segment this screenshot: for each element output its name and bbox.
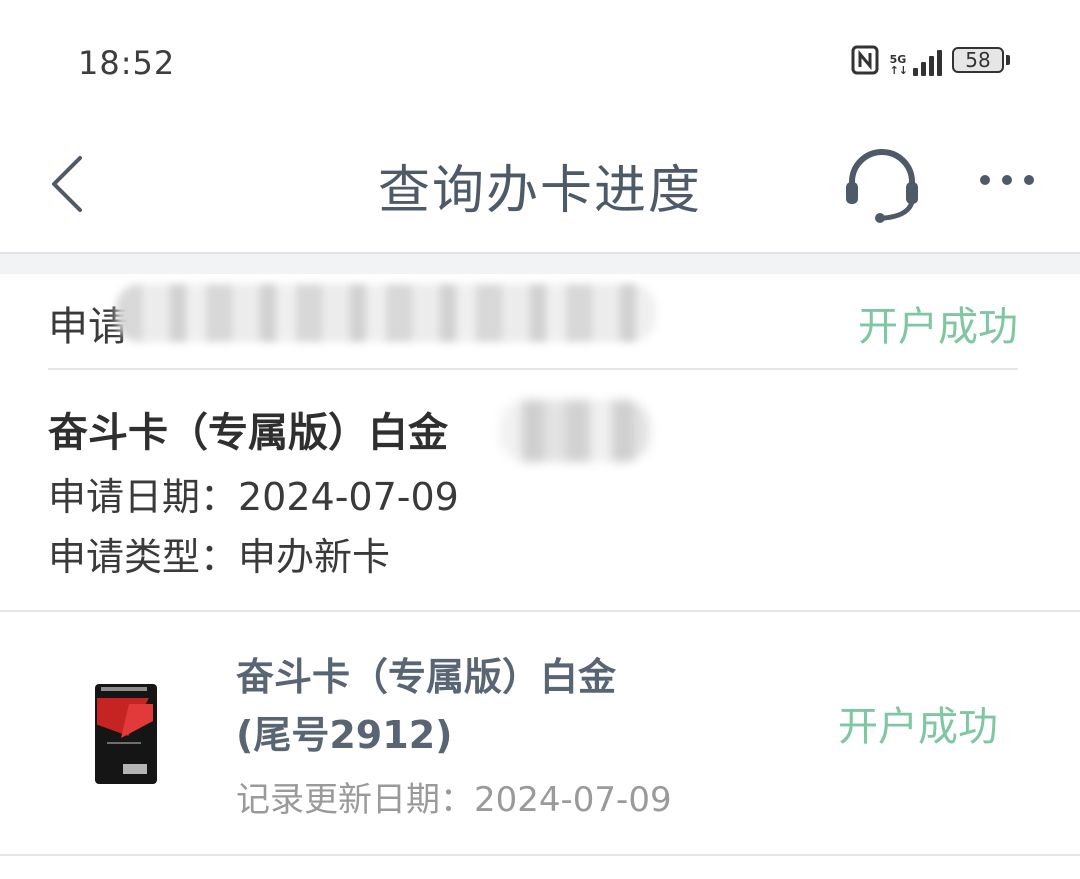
status-bar: 18:52 5G ↑↓ 58 <box>0 0 1080 120</box>
application-info: 申请 开户成功 奋斗卡（专属版）白金 申请日期：2024-07-09 申请类型：… <box>0 272 1080 612</box>
status-time: 18:52 <box>78 44 176 82</box>
divider <box>0 854 1080 856</box>
application-number-row: 申请 开户成功 <box>48 272 1018 370</box>
application-status: 开户成功 <box>858 304 1018 350</box>
card-image <box>95 684 157 784</box>
nfc-icon <box>850 44 880 76</box>
apply-type: 申请类型：申办新卡 <box>48 535 391 579</box>
battery-icon: 58 <box>952 47 1010 73</box>
card-title: 奋斗卡（专属版）白金 (尾号2912) <box>236 648 616 764</box>
redacted-application-number <box>116 284 656 342</box>
apply-date: 申请日期：2024-07-09 <box>48 475 459 519</box>
card-tail-number: (尾号2912) <box>236 713 453 757</box>
signal-icon: 5G ↑↓ <box>890 44 942 76</box>
nav-bar: 查询办卡进度 <box>0 120 1080 250</box>
redacted-product-info <box>500 400 650 462</box>
more-options-icon[interactable] <box>980 170 1050 190</box>
product-name: 奋斗卡（专属版）白金 <box>48 410 448 456</box>
card-update-date: 记录更新日期：2024-07-09 <box>236 780 672 820</box>
status-icons: 5G ↑↓ 58 <box>850 44 1010 76</box>
card-name: 奋斗卡（专属版）白金 <box>236 655 617 699</box>
battery-level: 58 <box>965 48 991 72</box>
card-list-item[interactable]: 奋斗卡（专属版）白金 (尾号2912) 记录更新日期：2024-07-09 开户… <box>0 614 1080 854</box>
section-divider <box>0 252 1080 274</box>
card-status: 开户成功 <box>838 704 998 750</box>
customer-service-icon[interactable] <box>842 144 922 224</box>
divider <box>0 610 1080 612</box>
